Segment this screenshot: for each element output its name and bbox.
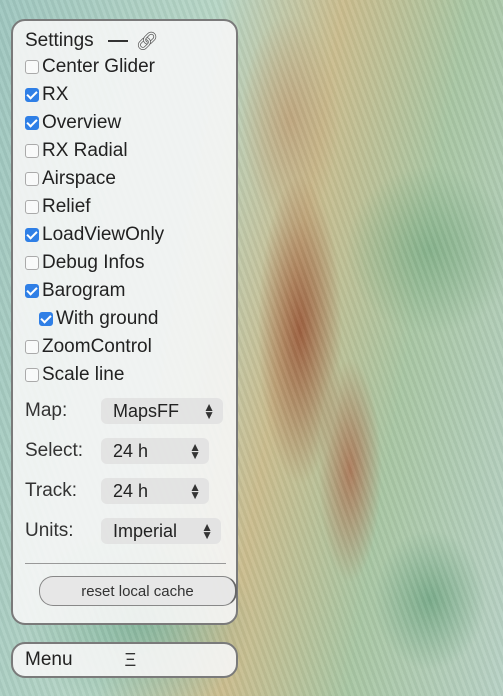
option-label: Airspace <box>42 168 116 189</box>
settings-title: Settings <box>25 30 94 51</box>
option-row[interactable]: Overview <box>25 109 236 137</box>
select-dropdown[interactable]: MapsFF ▲ ▼ <box>101 398 223 424</box>
checkbox[interactable] <box>25 144 39 158</box>
option-label: ZoomControl <box>42 336 152 357</box>
select-label: Track: <box>25 480 78 501</box>
option-label: Relief <box>42 196 91 217</box>
settings-header: Settings 🔗︎ <box>25 29 236 53</box>
menu-label: Menu <box>25 649 73 670</box>
checkbox[interactable] <box>25 340 39 354</box>
checkbox[interactable] <box>25 256 39 270</box>
select-row: Track: 24 h ▲ ▼ <box>25 471 236 511</box>
option-label: Debug Infos <box>42 252 145 273</box>
option-label: Overview <box>42 112 122 133</box>
checkbox[interactable] <box>39 312 53 326</box>
option-row[interactable]: With ground <box>25 305 236 333</box>
checkbox[interactable] <box>25 116 39 130</box>
select-row: Units: Imperial ▲ ▼ <box>25 511 236 551</box>
select-dropdown[interactable]: Imperial ▲ ▼ <box>101 518 221 544</box>
checkbox[interactable] <box>25 368 39 382</box>
select-row: Select: 24 h ▲ ▼ <box>25 431 236 471</box>
option-row[interactable]: Scale line <box>25 361 236 389</box>
link-icon[interactable]: 🔗︎ <box>136 31 159 52</box>
select-label: Units: <box>25 520 74 541</box>
menu-icon: Ξ <box>124 649 137 670</box>
checkbox[interactable] <box>25 200 39 214</box>
updown-arrow-icon: ▲ ▼ <box>201 520 213 542</box>
divider <box>25 563 226 564</box>
checkbox[interactable] <box>25 228 39 242</box>
select-value: 24 h <box>113 440 149 461</box>
option-label: RX <box>42 84 69 105</box>
updown-arrow-icon: ▲ ▼ <box>203 400 215 422</box>
option-row[interactable]: Center Glider <box>25 53 236 81</box>
option-label: Center Glider <box>42 56 155 77</box>
select-label: Map: <box>25 400 68 421</box>
checkbox[interactable] <box>25 60 39 74</box>
option-row[interactable]: Relief <box>25 193 236 221</box>
minimize-icon[interactable] <box>107 40 128 42</box>
settings-panel: Settings 🔗︎ Center Glider RX Overview RX Ra… <box>11 19 238 625</box>
select-row: Map: MapsFF ▲ ▼ <box>25 391 236 431</box>
select-value: Imperial <box>113 520 178 541</box>
option-row[interactable]: ZoomControl <box>25 333 236 361</box>
option-row[interactable]: Barogram <box>25 277 236 305</box>
updown-arrow-icon: ▲ ▼ <box>189 440 201 462</box>
select-value: MapsFF <box>113 400 180 421</box>
option-row[interactable]: RX Radial <box>25 137 236 165</box>
option-label: With ground <box>56 308 159 329</box>
option-label: RX Radial <box>42 140 128 161</box>
option-label: Scale line <box>42 364 125 385</box>
reset-cache-button[interactable]: reset local cache <box>39 576 237 606</box>
select-value: 24 h <box>113 480 149 501</box>
updown-arrow-icon: ▲ ▼ <box>189 480 201 502</box>
select-dropdown[interactable]: 24 h ▲ ▼ <box>101 438 209 464</box>
checkbox[interactable] <box>25 88 39 102</box>
option-row[interactable]: Debug Infos <box>25 249 236 277</box>
option-row[interactable]: Airspace <box>25 165 236 193</box>
option-row[interactable]: RX <box>25 81 236 109</box>
select-label: Select: <box>25 440 84 461</box>
option-label: LoadViewOnly <box>42 224 165 245</box>
option-label: Barogram <box>42 280 126 301</box>
option-row[interactable]: LoadViewOnly <box>25 221 236 249</box>
select-dropdown[interactable]: 24 h ▲ ▼ <box>101 478 209 504</box>
menu-button[interactable]: Menu Ξ <box>11 642 238 678</box>
checkbox[interactable] <box>25 284 39 298</box>
checkbox[interactable] <box>25 172 39 186</box>
